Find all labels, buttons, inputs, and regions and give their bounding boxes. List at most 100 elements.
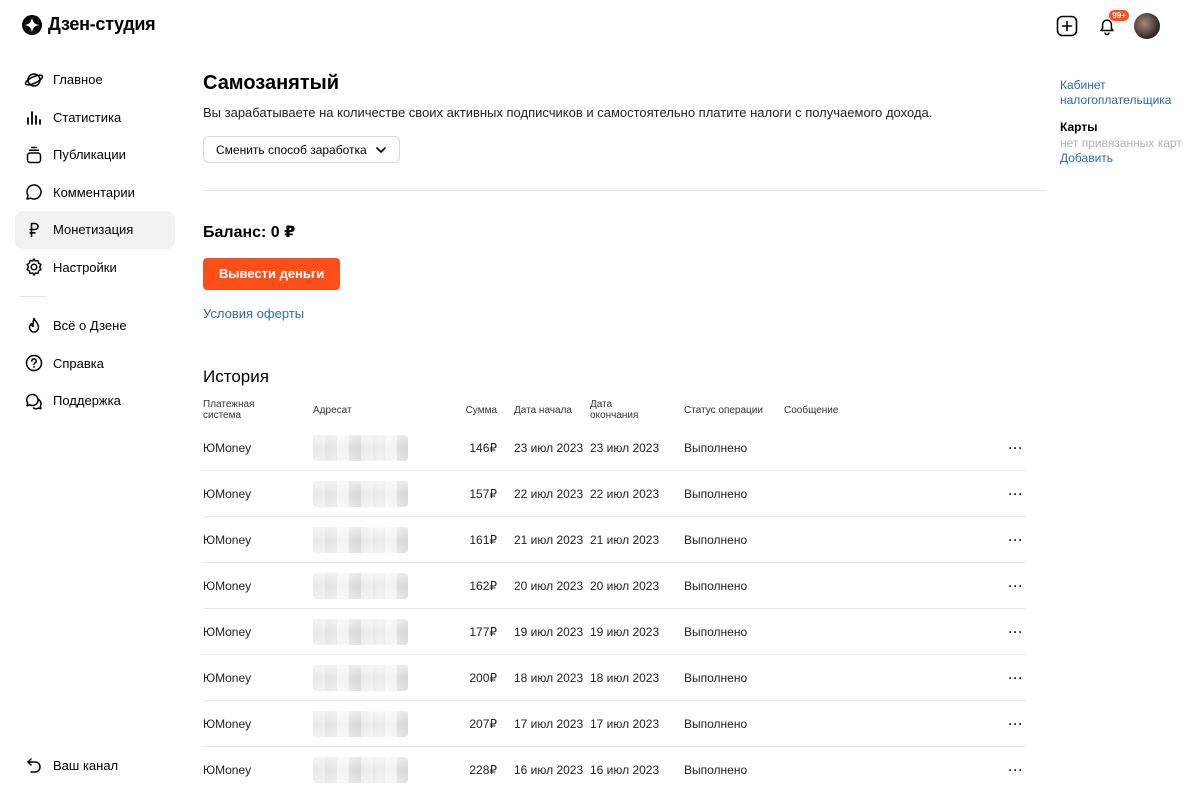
redacted-address	[313, 710, 408, 737]
cell-address	[313, 756, 438, 783]
cell-start-date: 22 июл 2023	[514, 486, 584, 501]
sidebar-item-label: Ваш канал	[53, 758, 119, 774]
redacted-address	[313, 572, 408, 599]
tax-cabinet-link[interactable]: Кабинет налогоплательщика	[1060, 78, 1180, 108]
cell-status: Выполнено	[684, 624, 748, 639]
cell-status: Выполнено	[684, 716, 748, 731]
right-panel: Кабинет налогоплательщика Карты нет прив…	[1060, 78, 1200, 166]
cards-empty-text: нет привязанных карт	[1060, 136, 1182, 150]
sidebar-item-settings[interactable]: Настройки	[15, 249, 175, 287]
switch-earning-method-button[interactable]: Сменить способ заработка	[203, 136, 400, 163]
cell-end-date: 20 июл 2023	[590, 578, 660, 593]
cards-title: Карты	[1060, 120, 1098, 134]
back-arrow-icon	[24, 756, 44, 776]
row-menu-button[interactable]: ···	[1006, 533, 1026, 547]
cell-start-date: 20 июл 2023	[514, 578, 584, 593]
sidebar-item-comments[interactable]: Комментарии	[15, 174, 175, 212]
cell-address	[313, 572, 438, 599]
cell-status: Выполнено	[684, 440, 748, 455]
redacted-address	[313, 756, 408, 783]
history-table-body: ЮMoney 146₽ 23 июл 2023 23 июл 2023 Выполнен…	[203, 425, 1046, 791]
sidebar-item-label: Публикации	[53, 147, 126, 163]
sidebar-item-help[interactable]: Справка	[15, 345, 175, 383]
sidebar-item-label: Статистика	[53, 109, 122, 125]
cell-system: ЮMoney	[203, 624, 252, 639]
history-title: История	[203, 367, 269, 386]
cell-address	[313, 710, 438, 737]
row-menu-button[interactable]: ···	[1006, 441, 1026, 455]
cell-status: Выполнено	[684, 578, 748, 593]
notifications-badge: 99+	[1109, 10, 1129, 21]
column-header-start: Дата начала	[514, 404, 572, 416]
table-row: ЮMoney 162₽ 20 июл 2023 20 июл 2023 Выполнен…	[203, 563, 1026, 609]
sidebar-item-support[interactable]: Поддержка	[15, 382, 175, 420]
column-header-sum: Сумма	[465, 404, 497, 416]
row-menu-button[interactable]: ···	[1006, 625, 1026, 639]
create-button[interactable]	[1054, 13, 1080, 39]
offer-terms-link[interactable]: Условия оферты	[203, 306, 1046, 321]
sidebar-item-your-channel[interactable]: Ваш канал	[15, 747, 175, 785]
row-menu-button[interactable]: ···	[1006, 579, 1026, 593]
cell-start-date: 17 июл 2023	[514, 716, 584, 731]
table-row: ЮMoney 161₽ 21 июл 2023 21 июл 2023 Выполнен…	[203, 517, 1026, 563]
cell-system: ЮMoney	[203, 762, 252, 777]
row-menu-button[interactable]: ···	[1006, 487, 1026, 501]
sidebar-divider	[19, 296, 47, 297]
sidebar-item-publications[interactable]: Публикации	[15, 136, 175, 174]
planet-icon	[24, 70, 44, 90]
row-menu-button[interactable]: ···	[1006, 717, 1026, 731]
comment-icon	[24, 182, 44, 202]
cell-end-date: 18 июл 2023	[590, 670, 660, 685]
page-title: Самозанятый	[203, 72, 340, 94]
table-row: ЮMoney 228₽ 16 июл 2023 16 июл 2023 Выполнен…	[203, 747, 1026, 791]
cell-sum: 157₽	[469, 486, 497, 501]
sidebar-item-label: Поддержка	[53, 393, 121, 409]
cell-status: Выполнено	[684, 532, 748, 547]
flame-icon	[24, 316, 44, 336]
notifications-button[interactable]: 99+	[1094, 10, 1129, 39]
add-card-link[interactable]: Добавить	[1060, 151, 1200, 166]
sidebar-item-statistics[interactable]: Статистика	[15, 99, 175, 137]
logo-text: Дзен-студия	[48, 14, 156, 34]
sidebar-item-label: Всё о Дзене	[53, 318, 127, 334]
redacted-address	[313, 434, 408, 461]
cell-system: ЮMoney	[203, 670, 252, 685]
cell-address	[313, 434, 438, 461]
sidebar-item-about-zen[interactable]: Всё о Дзене	[15, 307, 175, 345]
cell-status: Выполнено	[684, 670, 748, 685]
sidebar: Главное Статистика Публикации Комментари…	[15, 61, 175, 420]
sidebar-item-monetization[interactable]: Монетизация	[15, 211, 175, 249]
plus-square-icon	[1056, 15, 1078, 37]
table-header: Платежная система Адресат Сумма Дата нач…	[203, 395, 1046, 425]
row-menu-button[interactable]: ···	[1006, 671, 1026, 685]
column-header-message: Сообщение	[784, 404, 839, 416]
sidebar-item-main[interactable]: Главное	[15, 61, 175, 99]
chevron-down-icon	[375, 146, 386, 153]
cell-sum: 162₽	[469, 578, 497, 593]
cell-sum: 228₽	[469, 762, 497, 777]
cell-sum: 177₽	[469, 624, 497, 639]
cell-system: ЮMoney	[203, 440, 252, 455]
sidebar-item-label: Настройки	[53, 259, 117, 275]
row-menu-button[interactable]: ···	[1006, 763, 1026, 777]
avatar[interactable]	[1134, 13, 1160, 39]
cell-sum: 161₽	[469, 532, 497, 547]
redacted-address	[313, 664, 408, 691]
cell-system: ЮMoney	[203, 532, 252, 547]
sidebar-item-label: Главное	[53, 72, 103, 88]
logo[interactable]: Дзен-студия	[22, 14, 156, 35]
cell-start-date: 16 июл 2023	[514, 762, 584, 777]
table-row: ЮMoney 157₽ 22 июл 2023 22 июл 2023 Выполнен…	[203, 471, 1026, 517]
cell-start-date: 23 июл 2023	[514, 440, 584, 455]
column-header-end: Дата окончания	[590, 399, 639, 421]
balance: Баланс: 0 ₽	[203, 224, 296, 241]
cell-sum: 207₽	[469, 716, 497, 731]
cell-end-date: 21 июл 2023	[590, 532, 660, 547]
sidebar-item-label: Комментарии	[53, 184, 135, 200]
redacted-address	[313, 618, 408, 645]
withdraw-button[interactable]: Вывести деньги	[203, 258, 341, 290]
table-row: ЮMoney 146₽ 23 июл 2023 23 июл 2023 Выполнен…	[203, 425, 1026, 471]
column-header-address: Адресат	[313, 404, 352, 416]
cell-start-date: 18 июл 2023	[514, 670, 584, 685]
gear-icon	[24, 257, 44, 277]
